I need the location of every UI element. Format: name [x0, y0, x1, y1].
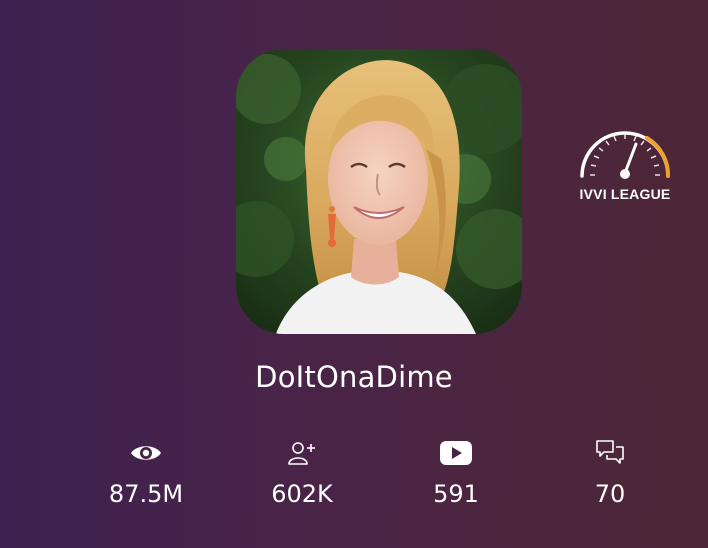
- stat-comments-value: 70: [594, 480, 626, 508]
- eye-icon: [131, 446, 161, 460]
- profile-card: IVVI LEAGUE DoItOnaDime 87.5M 602K 591 7…: [0, 0, 708, 548]
- add-user-icon: [288, 442, 315, 465]
- league-badge[interactable]: IVVI LEAGUE: [574, 120, 676, 208]
- chat-icon: [596, 440, 624, 464]
- play-icon: [440, 441, 472, 465]
- stat-comments[interactable]: 70: [550, 434, 670, 508]
- stat-videos-value: 591: [433, 480, 479, 508]
- avatar-image: [236, 49, 522, 334]
- stat-subscribers[interactable]: 602K: [242, 434, 362, 508]
- stat-videos[interactable]: 591: [396, 434, 516, 508]
- speedometer-icon: [580, 131, 671, 179]
- stat-subscribers-value: 602K: [271, 480, 333, 508]
- stats-row: 87.5M 602K 591 70: [0, 434, 708, 524]
- username: DoItOnaDime: [255, 360, 453, 394]
- league-label: IVVI LEAGUE: [579, 186, 671, 202]
- stat-views-value: 87.5M: [108, 480, 184, 508]
- avatar[interactable]: [236, 49, 522, 334]
- stat-views[interactable]: 87.5M: [86, 434, 206, 508]
